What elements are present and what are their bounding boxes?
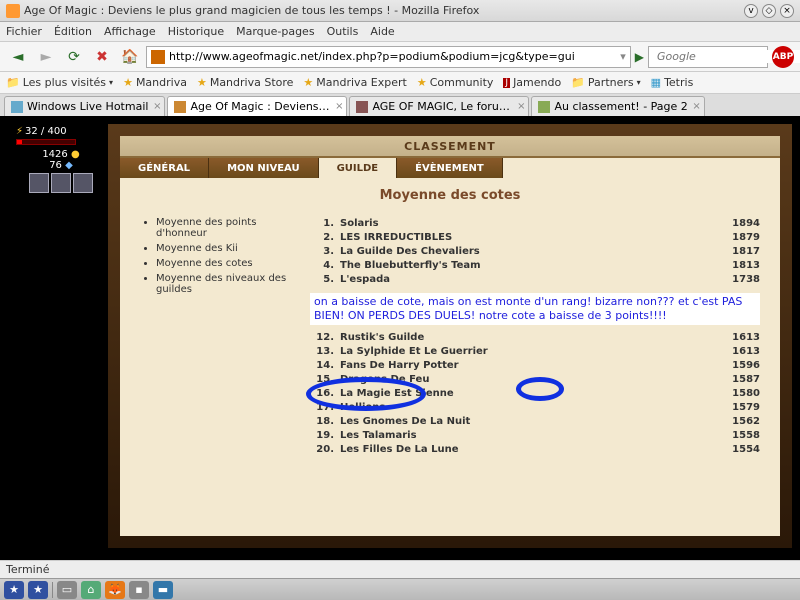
- badge-3[interactable]: [73, 173, 93, 193]
- sidemenu-honneur[interactable]: Moyenne des points d'honneur: [156, 217, 290, 239]
- ranking-list: 1.Solaris18942.LES IRREDUCTIBLES18793.La…: [310, 217, 760, 457]
- mana-value: 32 / 400: [25, 126, 67, 137]
- gold-value: 1426: [42, 149, 67, 160]
- ranking-tabs: GÉNÉRAL MON NIVEAU GUILDE ÉVÈNEMENT: [120, 158, 780, 178]
- ranking-row[interactable]: 12.Rustik's Guilde1613: [310, 331, 760, 345]
- status-bar: Terminé: [0, 560, 800, 578]
- taskbar-firefox[interactable]: 🦊: [105, 581, 125, 599]
- close-icon[interactable]: ×: [153, 101, 161, 112]
- menu-file[interactable]: Fichier: [6, 25, 42, 38]
- firefox-icon: [6, 4, 20, 18]
- crystal-value: 76: [49, 160, 62, 171]
- forward-button[interactable]: ►: [34, 45, 58, 69]
- ranking-row[interactable]: 18.Les Gnomes De La Nuit1562: [310, 415, 760, 429]
- navigation-toolbar: ◄ ► ⟳ ✖ 🏠 ▾ ▶ ABP: [0, 42, 800, 72]
- close-icon[interactable]: ×: [517, 101, 525, 112]
- bookmark-community[interactable]: ★Community: [417, 76, 494, 89]
- ranking-row[interactable]: 2.LES IRREDUCTIBLES1879: [310, 231, 760, 245]
- tab-mon-niveau[interactable]: MON NIVEAU: [209, 158, 319, 178]
- ranking-row[interactable]: 17.Hellions1579: [310, 401, 760, 415]
- bookmark-partners[interactable]: 📁Partners▾: [571, 76, 640, 89]
- ranking-row[interactable]: 15.Dragons De Feu1587: [310, 373, 760, 387]
- bookmark-tetris[interactable]: ▦Tetris: [651, 76, 694, 89]
- maximize-button[interactable]: ◇: [762, 4, 776, 18]
- url-bar[interactable]: ▾: [146, 46, 631, 68]
- panel-title: Moyenne des cotes: [140, 188, 760, 203]
- menu-bookmarks[interactable]: Marque-pages: [236, 25, 314, 38]
- reload-button[interactable]: ⟳: [62, 45, 86, 69]
- user-annotation: on a baisse de cote, mais on est monte d…: [310, 293, 760, 325]
- tab-hotmail[interactable]: Windows Live Hotmail×: [4, 96, 165, 116]
- bookmark-mandriva[interactable]: ★Mandriva: [123, 76, 187, 89]
- bookmark-jamendo[interactable]: JJamendo: [503, 76, 561, 89]
- site-favicon: [151, 50, 165, 64]
- ranking-row[interactable]: 3.La Guilde Des Chevaliers1817: [310, 245, 760, 259]
- tab-classement[interactable]: Au classement! - Page 2×: [531, 96, 704, 116]
- sidemenu-kii[interactable]: Moyenne des Kii: [156, 243, 290, 254]
- url-input[interactable]: [169, 50, 620, 63]
- status-text: Terminé: [6, 563, 49, 576]
- menu-history[interactable]: Historique: [168, 25, 224, 38]
- window-title: Age Of Magic : Deviens le plus grand mag…: [24, 4, 744, 17]
- back-button[interactable]: ◄: [6, 45, 30, 69]
- ranking-row[interactable]: 1.Solaris1894: [310, 217, 760, 231]
- ranking-row[interactable]: 13.La Sylphide Et Le Guerrier1613: [310, 345, 760, 359]
- ranking-row[interactable]: 19.Les Talamaris1558: [310, 429, 760, 443]
- sidemenu-cotes[interactable]: Moyenne des cotes: [156, 258, 290, 269]
- taskbar-terminal[interactable]: ▪: [129, 581, 149, 599]
- tab-forum[interactable]: AGE OF MAGIC, Le forum o...×: [349, 96, 529, 116]
- tab-guilde[interactable]: GUILDE: [319, 158, 398, 178]
- go-button[interactable]: ▶: [635, 50, 644, 64]
- menu-bar: Fichier Édition Affichage Historique Mar…: [0, 22, 800, 42]
- tab-evenement[interactable]: ÉVÈNEMENT: [397, 158, 503, 178]
- bookmark-mandriva-expert[interactable]: ★Mandriva Expert: [303, 76, 406, 89]
- taskbar-desktop[interactable]: ▭: [57, 581, 77, 599]
- window-titlebar: Age Of Magic : Deviens le plus grand mag…: [0, 0, 800, 22]
- ranking-row[interactable]: 20.Les Filles De La Lune1554: [310, 443, 760, 457]
- menu-tools[interactable]: Outils: [327, 25, 359, 38]
- stop-button[interactable]: ✖: [90, 45, 114, 69]
- taskbar-star-2[interactable]: ★: [28, 581, 48, 599]
- bookmark-most-visited[interactable]: 📁Les plus visités▾: [6, 76, 113, 89]
- adblock-icon[interactable]: ABP: [772, 46, 794, 68]
- search-bar[interactable]: [648, 46, 768, 68]
- ranking-panel: CLASSEMENT GÉNÉRAL MON NIVEAU GUILDE ÉVÈ…: [108, 124, 792, 548]
- badge-1[interactable]: [29, 173, 49, 193]
- close-icon[interactable]: ×: [692, 101, 700, 112]
- home-button[interactable]: 🏠: [118, 45, 142, 69]
- menu-help[interactable]: Aide: [370, 25, 394, 38]
- badge-2[interactable]: [51, 173, 71, 193]
- bookmark-mandriva-store[interactable]: ★Mandriva Store: [197, 76, 293, 89]
- taskbar-star-1[interactable]: ★: [4, 581, 24, 599]
- ranking-side-menu: Moyenne des points d'honneur Moyenne des…: [140, 217, 290, 457]
- ranking-row[interactable]: 16.La Magie Est Sienne1580: [310, 387, 760, 401]
- sidemenu-niveaux[interactable]: Moyenne des niveaux des guildes: [156, 273, 290, 295]
- page-content: ⚡32 / 400 1426 ● 76 ◆ CLASSEMENT GÉNÉRAL…: [0, 116, 800, 560]
- ranking-row[interactable]: 5.L'espada1738: [310, 273, 760, 287]
- menu-edit[interactable]: Édition: [54, 25, 92, 38]
- minimize-button[interactable]: v: [744, 4, 758, 18]
- menu-view[interactable]: Affichage: [104, 25, 156, 38]
- player-stats: ⚡32 / 400 1426 ● 76 ◆: [16, 126, 106, 193]
- close-button[interactable]: ×: [780, 4, 794, 18]
- tab-general[interactable]: GÉNÉRAL: [120, 158, 209, 178]
- taskbar-app[interactable]: ▬: [153, 581, 173, 599]
- ranking-row[interactable]: 14.Fans De Harry Potter1596: [310, 359, 760, 373]
- tab-strip: Windows Live Hotmail× Age Of Magic : Dev…: [0, 94, 800, 116]
- os-taskbar: ★ ★ ▭ ⌂ 🦊 ▪ ▬: [0, 578, 800, 600]
- close-icon[interactable]: ×: [335, 101, 343, 112]
- tab-ageofmagic[interactable]: Age Of Magic : Deviens le ...×: [167, 96, 347, 116]
- taskbar-home[interactable]: ⌂: [81, 581, 101, 599]
- bookmarks-bar: 📁Les plus visités▾ ★Mandriva ★Mandriva S…: [0, 72, 800, 94]
- ranking-row[interactable]: 4.The Bluebutterfly's Team1813: [310, 259, 760, 273]
- panel-header: CLASSEMENT: [120, 136, 780, 158]
